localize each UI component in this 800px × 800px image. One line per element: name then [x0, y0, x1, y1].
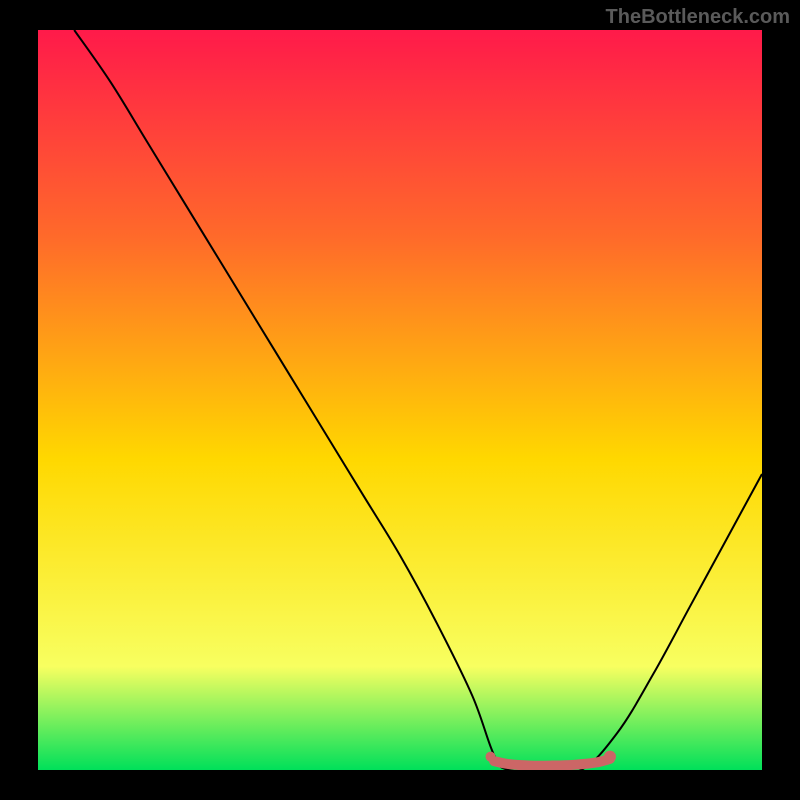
bottleneck-curve	[74, 30, 762, 770]
plot-area	[38, 30, 762, 770]
optimal-range-marker	[494, 759, 610, 766]
optimal-start-dot	[486, 752, 496, 762]
chart-curves	[38, 30, 762, 770]
optimal-end-dot	[604, 751, 616, 763]
watermark-text: TheBottleneck.com	[606, 6, 790, 29]
